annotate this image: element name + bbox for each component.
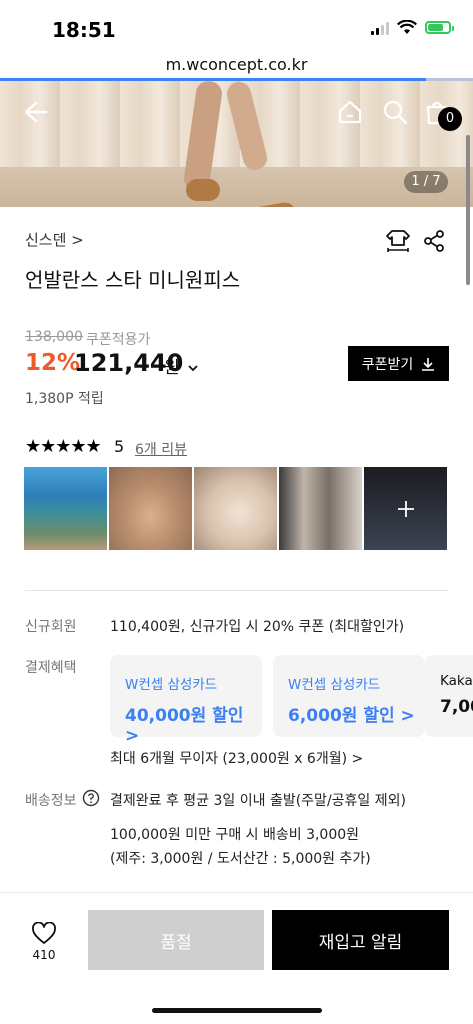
card-benefit-samsung-6000[interactable]: W컨셉 삼성카드 6,000원 할인 > (273, 655, 425, 737)
new-member-benefit: 110,400원, 신규가입 시 20% 쿠폰 (최대할인가) (110, 619, 405, 635)
review-photo[interactable] (194, 467, 277, 550)
rating-score: 5 (114, 437, 125, 456)
coupon-price-label: 쿠폰적용가 (86, 332, 151, 348)
battery-icon (425, 21, 454, 34)
review-count-link[interactable]: 6개 리뷰 (135, 439, 187, 459)
like-count: 410 (32, 948, 56, 962)
section-divider (25, 590, 449, 591)
status-icons (371, 20, 454, 35)
plus-icon (398, 501, 414, 517)
product-title: 언발란스 스타 미니원피스 (25, 268, 241, 292)
discount-rate: 12% (25, 350, 81, 376)
cellular-signal-icon (371, 21, 389, 35)
help-icon[interactable] (82, 789, 100, 807)
coupon-button-label: 쿠폰받기 (361, 356, 414, 373)
price-unit[interactable]: 원 (164, 353, 199, 378)
restock-alert-button[interactable]: 재입고 알림 (272, 910, 449, 970)
chevron-down-icon (188, 365, 198, 372)
cart-count-badge: 0 (438, 107, 462, 131)
status-time: 18:51 (52, 18, 116, 42)
review-photo[interactable] (24, 467, 107, 550)
shipping-extra-fee: (제주: 3,000원 / 도서산간 : 5,000원 추가) (110, 851, 371, 867)
home-icon[interactable] (337, 99, 363, 125)
original-price: 138,000 (25, 329, 83, 345)
home-indicator (152, 1008, 322, 1013)
search-icon[interactable] (382, 99, 408, 125)
card-benefit-kakao[interactable]: Kakao 7,00 (425, 655, 473, 737)
browser-url[interactable]: m.wconcept.co.kr (0, 55, 473, 74)
shipping-fee: 100,000원 미만 구매 시 배송비 3,000원 (110, 827, 360, 843)
download-coupon-button[interactable]: 쿠폰받기 (348, 346, 449, 381)
review-photo-strip (24, 467, 447, 550)
back-arrow-icon[interactable] (22, 99, 48, 125)
new-member-label: 신규회원 (25, 619, 77, 635)
card-name: Kakao (440, 673, 473, 689)
wifi-icon (397, 20, 417, 34)
card-name: W컨셉 삼성카드 (288, 677, 381, 693)
shipping-departure: 결제완료 후 평균 3일 이내 출발(주말/공휴일 제외) (110, 793, 406, 809)
review-photo[interactable] (109, 467, 192, 550)
heart-icon[interactable] (31, 922, 57, 945)
size-guide-icon[interactable] (385, 228, 411, 254)
card-discount: 7,00 (440, 697, 473, 717)
reward-points: 1,380P 적립 (25, 391, 104, 407)
card-discount: 40,000원 할인 > (125, 706, 244, 746)
card-name: W컨셉 삼성카드 (125, 677, 218, 693)
brand-link[interactable]: 신스덴 > (25, 229, 84, 250)
rating-stars: ★★★★★ (25, 436, 102, 457)
price-unit-label: 원 (164, 358, 180, 378)
share-icon[interactable] (422, 229, 446, 253)
scrollbar[interactable] (466, 135, 470, 285)
review-photo[interactable] (279, 467, 362, 550)
review-photo-more[interactable] (364, 467, 447, 550)
bottom-bar-divider (0, 892, 473, 893)
card-benefit-samsung-40000[interactable]: W컨셉 삼성카드 40,000원 할인 > (110, 655, 262, 746)
payment-benefit-label: 결제혜택 (25, 660, 77, 676)
download-icon (422, 357, 435, 371)
image-page-indicator: 1 / 7 (404, 171, 448, 193)
shipping-label: 배송정보 (25, 793, 77, 809)
soldout-button: 품절 (88, 910, 264, 970)
card-discount: 6,000원 할인 > (288, 706, 415, 726)
installment-link[interactable]: 최대 6개월 무이자 (23,000원 x 6개월) > (110, 748, 363, 768)
